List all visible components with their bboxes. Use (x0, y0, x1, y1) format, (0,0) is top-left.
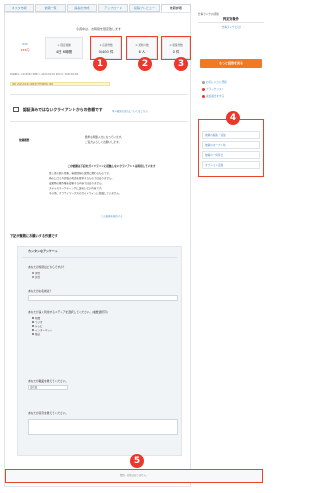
highlight-applicants (90, 36, 122, 60)
favorite-label: お気に入りに登録 (206, 81, 227, 84)
report-label: 違反報告をする (206, 95, 225, 98)
deadline-text: 今週中は、お時間を限定致します (75, 27, 121, 31)
badge-2: 2 (138, 57, 152, 71)
report-violation-link[interactable]: 違反報告をする (202, 94, 224, 98)
tab-proposal[interactable]: 提案の作成 (66, 4, 97, 12)
divider (198, 22, 264, 23)
list-item: その他、クラウドワークスのガイドラインに抵触していません。 (49, 192, 122, 195)
divider (10, 121, 188, 122)
blacklist-link[interactable]: ブラックリスト (202, 87, 224, 91)
rank-value: 判定対象外 (223, 17, 239, 21)
overview-label: 依頼概要 (19, 139, 30, 142)
main-panel: 今週中は、お時間を限定致します ¥30 ¥45円 ① 固定報酬 4日 6時間 ③… (4, 12, 191, 487)
flag-icon (202, 94, 205, 98)
checkbox-icon (32, 329, 34, 331)
question-gender: あなたの性別はどちらですか？ (28, 265, 66, 269)
overview-text-2: ご協力よろしくお願いします。 (85, 141, 122, 144)
budget-box: ① 固定報酬 4日 6時間 (45, 37, 83, 59)
overview-text-1: 簡単な問題入力になっています。 (85, 136, 124, 139)
badge-5: 5 (130, 454, 144, 468)
guideline-list: 第三者の個人情報、秘密情報の保護に関わるものです。 偽の口コミや評価の捏造を要求… (49, 171, 179, 196)
tab-preview[interactable]: 投稿プレビュー (129, 4, 160, 12)
checkbox-magazine[interactable]: 雑誌 (32, 332, 40, 336)
tab-bar: ネスタ市場 依頼一覧 提案の作成 アップロード 投稿プレビュー 依頼詳細 (4, 4, 191, 12)
budget-value: 4日 6時間 (55, 50, 73, 54)
budget-label: ① 固定報酬 (57, 44, 71, 47)
unverified-notice: 認証済みではないクライアントからの依頼です (23, 107, 103, 112)
badge-1: 1 (93, 57, 107, 71)
tab-list[interactable]: 依頼一覧 (35, 4, 66, 12)
report-link[interactable]: この依頼を報告する (101, 214, 123, 218)
see-more-button[interactable]: もっと回答を見る (200, 59, 262, 68)
radio-label: 女性 (35, 276, 41, 279)
radio-female[interactable]: 女性 (32, 275, 40, 279)
guideline-title: この依頼は下記のガイドラインに抵触しないクライアントは利用しています (67, 165, 156, 168)
price-label: ¥30 (22, 42, 28, 46)
badge-3: 3 (174, 57, 188, 71)
task-heading: 下記が業務にお願いする作業です (10, 234, 58, 238)
opinion-textarea[interactable] (28, 419, 178, 435)
tab-market[interactable]: ネスタ市場 (4, 4, 35, 12)
checkbox-icon (32, 317, 34, 319)
heart-icon (202, 80, 205, 84)
highlight-recruits (161, 36, 191, 60)
form-title: カンタンなアンケート (28, 249, 58, 253)
job-select[interactable]: 会社員 (28, 385, 68, 390)
badge-4: 4 (226, 111, 240, 125)
blacklist-label: ブラックリスト (206, 88, 225, 91)
rank-info-link[interactable]: 仕事ランクとは？ (212, 25, 252, 29)
tab-detail[interactable]: 依頼詳細 (160, 4, 191, 12)
warning-icon (13, 107, 19, 112)
highlight-owner-menu (198, 119, 264, 177)
question-media: あなたが良く利用するメディアを選択してください。(複数選択可) (28, 310, 108, 314)
update-tagline: 更新 2021/01/21 編集者 PTHNKHU 更新 (10, 82, 110, 86)
block-icon (202, 87, 205, 91)
price-block: ¥30 ¥45円 (10, 40, 40, 56)
qa-empty-box: 質問・回答はありません。 (5, 469, 263, 483)
radio-icon (32, 272, 34, 274)
divider (22, 257, 177, 258)
question-name: あなたのお名前は？ (28, 289, 53, 293)
checkbox-icon (32, 333, 34, 335)
survey-form: カンタンなアンケート あなたの性別はどちらですか？ 男性 女性 あなたのお名前は… (17, 246, 182, 456)
verify-info-link[interactable]: 本人確認の流れについてはこちら (112, 109, 148, 113)
checkbox-label: 雑誌 (35, 333, 41, 336)
checkbox-icon (32, 321, 34, 323)
question-job: あなたの職業を教えてください。 (28, 379, 69, 383)
name-input[interactable] (28, 295, 178, 301)
checkbox-icon (32, 325, 34, 327)
radio-icon (32, 276, 34, 278)
tab-upload[interactable]: アップロード (97, 4, 129, 12)
price-value: ¥45円 (20, 48, 30, 52)
question-opinion: あなたの意見を教えてください。 (28, 411, 69, 415)
divider (10, 94, 188, 95)
favorite-link[interactable]: お気に入りに登録 (202, 80, 227, 84)
meta-line: 依頼番号: 1234567 掲載日: 2021/01/01 更新日: 2021/… (10, 73, 79, 75)
